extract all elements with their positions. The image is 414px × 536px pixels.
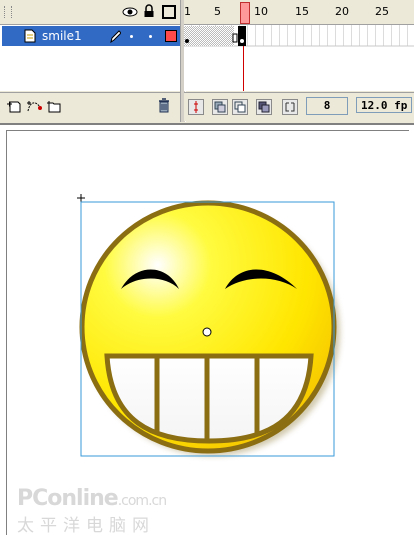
trash-icon[interactable] bbox=[158, 98, 170, 113]
playhead[interactable] bbox=[240, 2, 250, 24]
frame-toolbar: 8 12.0 fp bbox=[184, 92, 414, 121]
add-layer-icon[interactable] bbox=[6, 99, 22, 113]
registration-cross bbox=[77, 194, 85, 202]
layer-header bbox=[0, 0, 180, 25]
current-frame-field[interactable]: 8 bbox=[306, 97, 348, 115]
insert-folder-icon[interactable] bbox=[46, 99, 62, 113]
watermark-domain: .com.cn bbox=[117, 493, 167, 509]
ruler-tick: 5 bbox=[214, 5, 221, 18]
ruler-tick: 1 bbox=[184, 5, 191, 18]
pencil-icon bbox=[110, 30, 121, 43]
layer-outline-color[interactable] bbox=[165, 30, 177, 42]
ruler-tick: 15 bbox=[295, 5, 309, 18]
transform-point bbox=[202, 327, 212, 337]
ruler-tick: 10 bbox=[254, 5, 268, 18]
layer-toolbar bbox=[0, 92, 180, 121]
visibility-dot[interactable] bbox=[130, 35, 133, 38]
add-guide-layer-icon[interactable] bbox=[26, 99, 44, 113]
frames-canvas bbox=[184, 25, 414, 91]
stage[interactable]: PConline.com.cn 太平洋电脑网 bbox=[6, 130, 409, 536]
lock-icon[interactable] bbox=[143, 4, 155, 18]
stage-area: PConline.com.cn 太平洋电脑网 bbox=[0, 123, 414, 536]
eye-icon[interactable] bbox=[122, 6, 138, 18]
panel-grip[interactable] bbox=[4, 6, 12, 18]
lock-dot[interactable] bbox=[149, 35, 152, 38]
watermark-brand: PConline bbox=[17, 486, 119, 511]
frame-ruler[interactable]: 1 5 10 15 20 25 bbox=[184, 0, 414, 25]
onion-skin-icon[interactable] bbox=[212, 99, 228, 115]
layer-row-smile1[interactable]: smile1 bbox=[2, 26, 180, 46]
frames-grid[interactable] bbox=[184, 25, 414, 91]
outline-icon[interactable] bbox=[162, 5, 176, 19]
ruler-tick: 25 bbox=[375, 5, 389, 18]
timeline-panel: smile1 1 5 10 15 20 25 8 12.0 fp bbox=[0, 0, 414, 122]
center-frame-icon[interactable] bbox=[188, 99, 204, 115]
layer-icon bbox=[24, 29, 36, 43]
ruler-tick: 20 bbox=[335, 5, 349, 18]
frame-rate-field[interactable]: 12.0 fp bbox=[356, 97, 412, 113]
watermark: PConline.com.cn 太平洋电脑网 bbox=[17, 486, 217, 536]
watermark-chinese: 太平洋电脑网 bbox=[17, 516, 155, 536]
smiley-symbol[interactable] bbox=[7, 131, 409, 535]
edit-multiple-frames-icon[interactable] bbox=[256, 99, 272, 115]
layer-name: smile1 bbox=[42, 29, 82, 43]
onion-outline-icon[interactable] bbox=[232, 99, 248, 115]
modify-onion-markers-icon[interactable] bbox=[282, 99, 298, 115]
